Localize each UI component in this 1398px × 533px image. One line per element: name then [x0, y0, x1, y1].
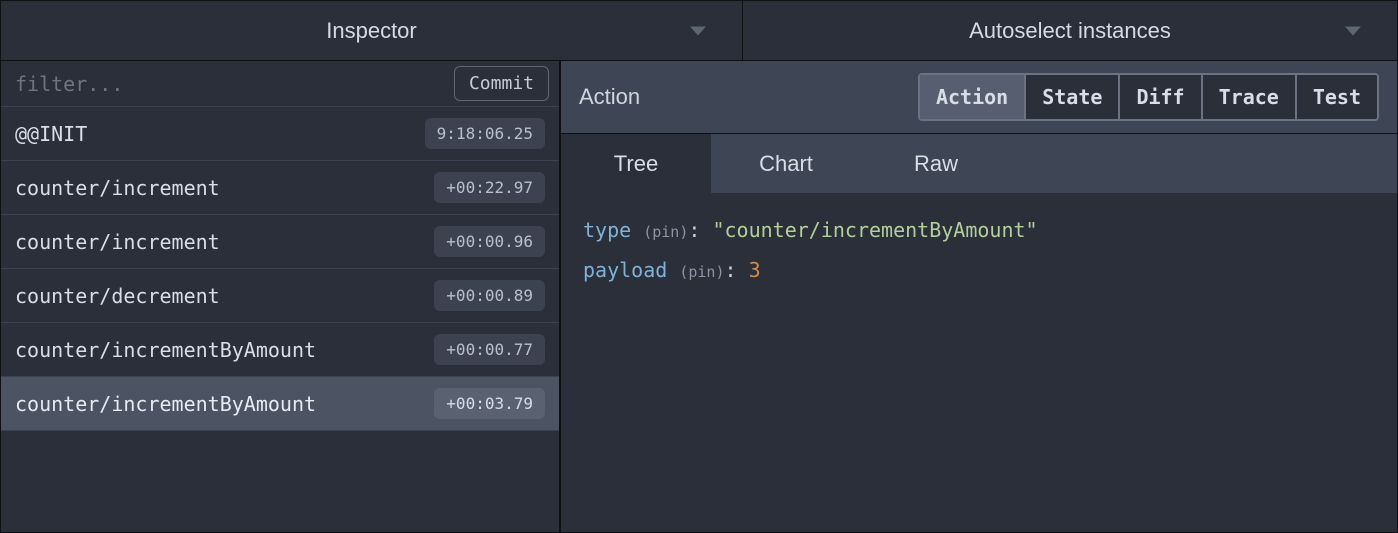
mode-segment-trace[interactable]: Trace — [1203, 75, 1297, 119]
tree-value: "counter/incrementByAmount" — [712, 218, 1037, 242]
tree-value: 3 — [749, 258, 761, 282]
chevron-down-icon — [690, 26, 706, 35]
action-name: @@INIT — [15, 122, 87, 146]
action-log-entry[interactable]: counter/increment +00:22.97 — [1, 161, 559, 215]
redux-devtools: Inspector Autoselect instances Commit @@… — [0, 0, 1398, 533]
action-log-panel: Commit @@INIT 9:18:06.25 counter/increment… — [1, 61, 561, 532]
commit-button[interactable]: Commit — [454, 66, 549, 101]
action-log-list: @@INIT 9:18:06.25 counter/increment +00:22.… — [1, 107, 559, 431]
action-log-entry[interactable]: counter/incrementByAmount +00:00.77 — [1, 323, 559, 377]
view-tab-tree[interactable]: Tree — [561, 134, 711, 193]
action-log-entry[interactable]: counter/incrementByAmount +00:03.79 — [1, 377, 559, 431]
devtools-body: Commit @@INIT 9:18:06.25 counter/increment… — [1, 61, 1397, 532]
action-timestamp: 9:18:06.25 — [425, 118, 545, 149]
tree-key: type — [583, 218, 631, 242]
mode-segment-diff[interactable]: Diff — [1120, 75, 1202, 119]
action-name: counter/incrementByAmount — [15, 392, 316, 416]
tree-key: payload — [583, 258, 667, 282]
mode-title: Action — [579, 84, 640, 110]
mode-segment-state[interactable]: State — [1026, 75, 1120, 119]
filter-input[interactable] — [15, 72, 444, 96]
mode-segment-action[interactable]: Action — [920, 75, 1026, 119]
view-tab-raw[interactable]: Raw — [861, 134, 1011, 193]
tree-row: payload (pin): 3 — [583, 251, 1375, 291]
action-timestamp: +00:03.79 — [434, 388, 545, 419]
action-log-entry[interactable]: counter/increment +00:00.96 — [1, 215, 559, 269]
action-name: counter/increment — [15, 230, 220, 254]
action-timestamp: +00:00.89 — [434, 280, 545, 311]
view-tab-chart[interactable]: Chart — [711, 134, 861, 193]
inspection-panel: Action ActionStateDiffTraceTest TreeChar… — [561, 61, 1397, 532]
chevron-down-icon — [1345, 26, 1361, 35]
inspector-tab-label: Inspector — [326, 18, 417, 44]
action-timestamp: +00:00.77 — [434, 334, 545, 365]
mode-segmented-control: ActionStateDiffTraceTest — [918, 73, 1379, 121]
action-timestamp: +00:22.97 — [434, 172, 545, 203]
colon: : — [688, 218, 712, 242]
instances-tab[interactable]: Autoselect instances — [743, 1, 1397, 60]
mode-segment-test[interactable]: Test — [1297, 75, 1377, 119]
tree-row: type (pin): "counter/incrementByAmount" — [583, 211, 1375, 251]
action-name: counter/decrement — [15, 284, 220, 308]
action-timestamp: +00:00.96 — [434, 226, 545, 257]
top-tabs: Inspector Autoselect instances — [1, 1, 1397, 61]
colon: : — [725, 258, 749, 282]
pin-label[interactable]: (pin) — [643, 223, 688, 241]
filter-row: Commit — [1, 61, 559, 107]
action-name: counter/increment — [15, 176, 220, 200]
tree-view: type (pin): "counter/incrementByAmount"p… — [561, 193, 1397, 532]
action-log-entry[interactable]: counter/decrement +00:00.89 — [1, 269, 559, 323]
mode-bar: Action ActionStateDiffTraceTest — [561, 61, 1397, 133]
action-name: counter/incrementByAmount — [15, 338, 316, 362]
action-log-entry[interactable]: @@INIT 9:18:06.25 — [1, 107, 559, 161]
view-tabs: TreeChartRaw — [561, 133, 1397, 193]
instances-tab-label: Autoselect instances — [969, 18, 1171, 44]
inspector-tab[interactable]: Inspector — [1, 1, 743, 60]
pin-label[interactable]: (pin) — [679, 263, 724, 281]
